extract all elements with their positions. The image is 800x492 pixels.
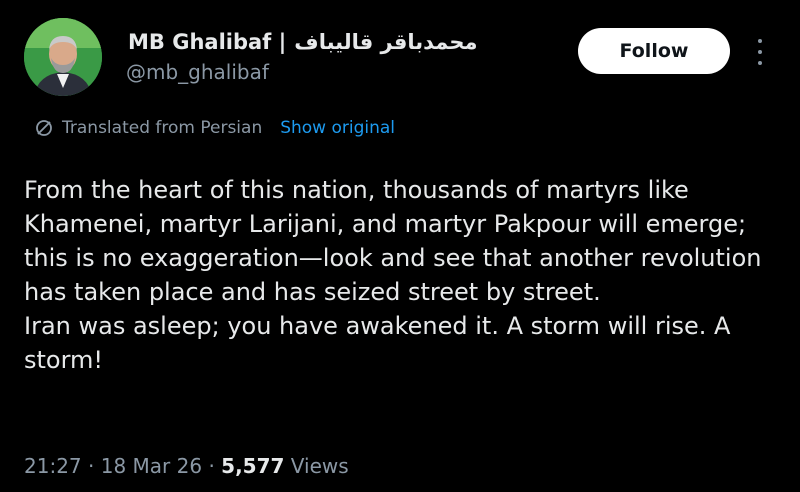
translation-bar: Translated from Persian Show original (34, 118, 395, 138)
display-name-persian[interactable]: محمدباقر قالیباف (294, 30, 477, 54)
more-vertical-icon[interactable] (752, 36, 768, 68)
avatar-image (24, 18, 102, 96)
separator-dot: · (208, 454, 222, 478)
translation-label: Translated from Persian (62, 118, 263, 138)
tweet-card: MB Ghalibaf | محمدباقر قالیباف @mb_ghali… (0, 0, 800, 492)
views-count: 5,577 (221, 454, 285, 478)
separator-dot: · (88, 454, 101, 478)
globe-slash-icon (36, 120, 52, 136)
show-original-link[interactable]: Show original (280, 118, 395, 138)
avatar[interactable] (24, 18, 102, 96)
author-handle[interactable]: @mb_ghalibaf (126, 60, 269, 84)
tweet-paragraph: Iran was asleep; you have awakened it. A… (24, 312, 731, 374)
tweet-paragraph: From the heart of this nation, thousands… (24, 176, 762, 306)
tweet-meta: 21:27 · 18 Mar 26 · 5,577 Views (24, 454, 349, 478)
views-label: Views (290, 454, 349, 478)
post-date[interactable]: 18 Mar 26 (101, 454, 202, 478)
follow-button[interactable]: Follow (578, 28, 730, 74)
tweet-text: From the heart of this nation, thousands… (24, 173, 794, 377)
display-name[interactable]: MB Ghalibaf | (128, 30, 286, 54)
author-name-row[interactable]: MB Ghalibaf | محمدباقر قالیباف (128, 30, 477, 54)
post-time[interactable]: 21:27 (24, 454, 82, 478)
